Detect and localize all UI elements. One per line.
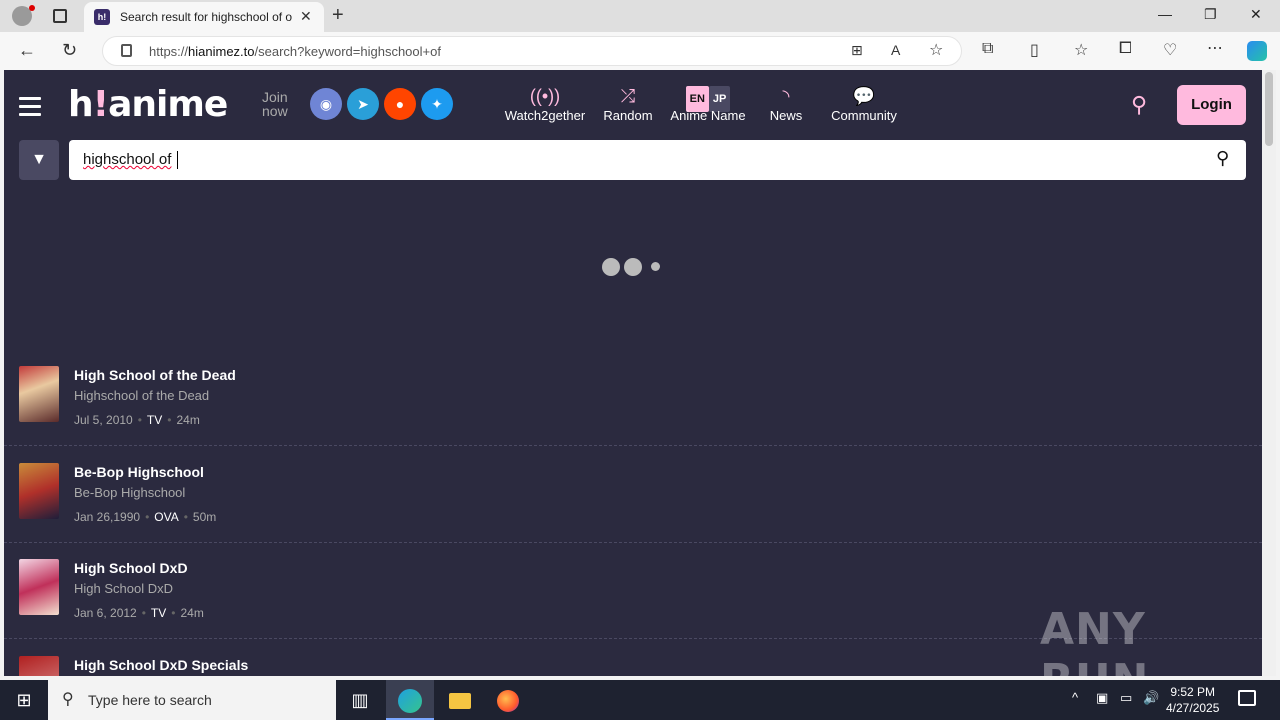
tray-chevron-icon[interactable]: ^ [1072,690,1078,705]
page-scrollbar[interactable] [1262,70,1276,676]
close-tab-icon[interactable]: ✕ [300,8,312,25]
site-favicon-icon: h! [94,9,110,25]
browser-toolbar: ← ↻ https://hianimez.to/search?keyword=h… [0,32,1280,70]
result-title[interactable]: High School of the Dead [74,367,236,383]
restore-button[interactable]: ❐ [1204,6,1217,23]
network-icon[interactable]: ▭ [1120,690,1132,706]
search-input-value: highschool of [83,151,172,168]
taskbar-search-placeholder: Type here to search [88,692,212,708]
windows-taskbar: ⊞ ⚲ Type here to search ▥ ^ ▣ ▭ 🔊 9:52 P… [0,680,1280,720]
result-alt-title: Highschool of the Dead [74,388,210,403]
search-icon: ⚲ [62,691,74,708]
back-icon[interactable]: ← [18,40,36,61]
collections-icon[interactable]: ⧠ [1119,40,1132,58]
new-tab-button[interactable]: + [332,4,344,27]
result-title[interactable]: High School DxD [74,560,188,576]
poster-image[interactable] [19,656,59,676]
firefox-icon[interactable] [484,680,532,720]
watermark: ANY RUN [1040,604,1148,676]
close-window-button[interactable]: ✕ [1250,6,1262,23]
result-title[interactable]: Be-Bop Highschool [74,464,204,480]
favorites-icon[interactable]: ☆ [1074,40,1088,60]
notification-center-icon[interactable] [1238,690,1256,706]
join-now-text: Join now [262,89,288,119]
search-submit-icon[interactable]: ⚲ [1216,148,1229,169]
minimize-button[interactable]: — [1158,6,1172,22]
result-title[interactable]: High School DxD Specials [74,657,248,673]
more-menu-icon[interactable]: ⋯ [1207,38,1223,58]
edge-browser-icon[interactable] [386,680,434,720]
result-alt-title: High School DxD [74,581,173,596]
address-bar[interactable]: https://hianimez.to/search?keyword=highs… [102,36,962,66]
poster-image[interactable] [19,463,59,519]
telegram-icon[interactable]: ➤ [347,88,379,120]
poster-image[interactable] [19,559,59,615]
start-button[interactable]: ⊞ [0,680,48,720]
site-logo[interactable]: h!anime [68,84,228,125]
nav-anime-name[interactable]: EN JP Anime Name [668,84,748,123]
result-item[interactable]: High School of the Dead Highschool of th… [4,350,1262,446]
split-screen-icon[interactable]: ▯ [1030,40,1039,60]
filter-button[interactable]: ▼ [19,140,59,180]
result-meta: Jan 26,1990 • OVA • 50m [74,510,217,524]
broadcast-icon: ((•)) [529,86,561,106]
refresh-icon[interactable]: ↻ [62,40,77,61]
device-icon[interactable]: ▣ [1096,690,1108,706]
result-item[interactable]: Be-Bop Highschool Be-Bop Highschool Jan … [4,447,1262,543]
poster-image[interactable] [19,366,59,422]
nav-community[interactable]: 💬 Community [826,84,902,123]
menu-icon[interactable] [19,97,41,121]
discord-icon[interactable]: ◉ [310,88,342,120]
search-icon[interactable]: ⚲ [1131,92,1147,118]
result-alt-title: Be-Bop Highschool [74,485,186,500]
result-meta: Jan 6, 2012 • TV • 24m [74,606,204,620]
result-meta: Jul 5, 2010 • TV • 24m [74,413,200,427]
taskbar-search[interactable]: ⚲ Type here to search [48,680,336,720]
favorite-star-icon[interactable]: ☆ [929,40,943,60]
shuffle-icon: ⤮ [620,86,636,106]
filter-icon: ▼ [31,151,47,168]
volume-icon[interactable]: 🔊 [1143,690,1159,706]
read-aloud-icon[interactable]: A [891,42,900,58]
nav-news[interactable]: ◝ News [766,84,806,123]
language-toggle: EN JP [668,84,748,112]
search-input[interactable]: highschool of ⚲ [69,140,1246,180]
tab-actions-icon[interactable] [53,9,67,23]
system-clock[interactable]: 9:52 PM 4/27/2025 [1166,684,1219,716]
reddit-icon[interactable]: ● [384,88,416,120]
lock-icon[interactable] [121,44,132,57]
notification-dot [29,5,35,11]
browser-tab-bar: h! Search result for highschool of o ✕ +… [0,0,1280,32]
tab-active[interactable]: h! Search result for highschool of o ✕ [84,2,324,32]
chat-icon: 💬 [852,86,876,106]
app-available-icon[interactable]: ⊞ [851,42,863,59]
rss-icon: ◝ [782,86,790,106]
tab-title: Search result for highschool of o [120,10,293,24]
performance-icon[interactable]: ♡ [1163,40,1177,60]
nav-watch2gether[interactable]: ((•)) Watch2gether [502,84,588,123]
copilot-icon[interactable] [1247,41,1267,61]
nav-random[interactable]: ⤮ Random [600,84,656,123]
scrollbar-thumb[interactable] [1265,72,1273,146]
login-button[interactable]: Login [1177,85,1246,125]
text-caret [177,151,178,169]
url-text: https://hianimez.to/search?keyword=highs… [149,44,441,59]
page-content: h!anime Join now ◉ ➤ ● ✦ ((•)) Watch2geth… [4,70,1262,676]
file-explorer-icon[interactable] [436,680,484,720]
extensions-icon[interactable]: ⧉ [982,40,993,58]
twitter-icon[interactable]: ✦ [421,88,453,120]
task-view-icon[interactable]: ▥ [336,680,384,720]
